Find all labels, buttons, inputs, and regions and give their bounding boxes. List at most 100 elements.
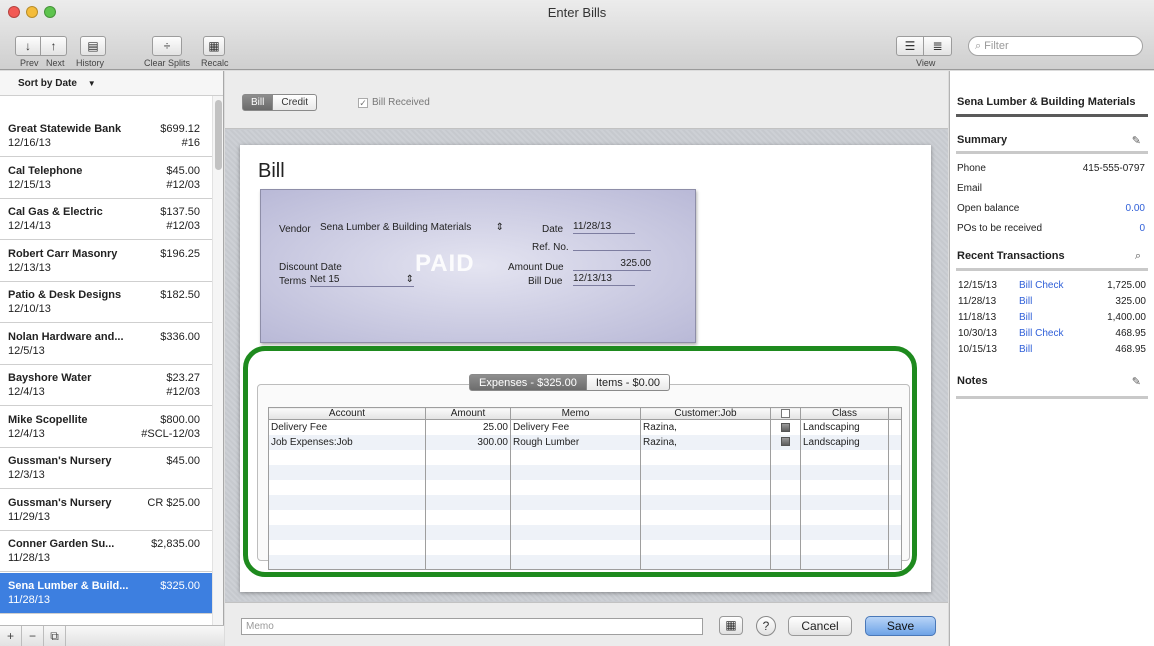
vendor-select[interactable]: Sena Lumber & Building Materials ⇕ bbox=[320, 222, 504, 235]
billable-cell[interactable] bbox=[770, 449, 801, 465]
account-cell[interactable]: Delivery Fee bbox=[268, 419, 426, 435]
customer-job-cell[interactable] bbox=[640, 524, 771, 540]
account-cell[interactable]: Job Expenses:Job bbox=[268, 434, 426, 450]
list-item[interactable]: Robert Carr Masonry 12/13/13 $196.25 bbox=[0, 241, 212, 282]
view-list-button[interactable]: ☰ bbox=[896, 36, 924, 56]
table-row[interactable] bbox=[268, 464, 902, 480]
pos-value[interactable]: 0 bbox=[1139, 223, 1145, 234]
edit-pencil-icon[interactable]: ✎ bbox=[1132, 134, 1141, 147]
amount-due-field[interactable]: 325.00 bbox=[573, 258, 651, 271]
date-field[interactable]: 11/28/13 bbox=[573, 221, 635, 234]
open-balance-value[interactable]: 0.00 bbox=[1126, 203, 1145, 214]
customer-job-cell[interactable]: Razina, bbox=[640, 434, 771, 450]
table-row[interactable] bbox=[268, 509, 902, 525]
column-header-account[interactable]: Account bbox=[268, 407, 426, 420]
customer-job-cell[interactable] bbox=[640, 479, 771, 495]
table-row[interactable]: Job Expenses:Job 300.00 Rough Lumber Razina… bbox=[268, 434, 902, 450]
tab-items[interactable]: Items - $0.00 bbox=[586, 374, 671, 391]
list-item[interactable]: Nolan Hardware and... 12/5/13 $336.00 bbox=[0, 324, 212, 365]
bill-segment[interactable]: Bill bbox=[242, 94, 274, 111]
column-header-customer-job[interactable]: Customer:Job bbox=[640, 407, 771, 420]
customer-job-cell[interactable] bbox=[640, 449, 771, 465]
amount-cell[interactable] bbox=[425, 494, 511, 510]
search-icon[interactable]: ⌕ bbox=[1135, 250, 1141, 263]
customer-job-cell[interactable] bbox=[640, 554, 771, 570]
account-cell[interactable] bbox=[268, 494, 426, 510]
filter-search-field[interactable]: ⌕ Filter bbox=[968, 36, 1143, 56]
billable-cell[interactable] bbox=[770, 464, 801, 480]
tab-expenses[interactable]: Expenses - $325.00 bbox=[469, 374, 587, 391]
history-button[interactable]: ▤ bbox=[80, 36, 106, 56]
memo-cell[interactable] bbox=[510, 494, 641, 510]
list-item[interactable]: Cal Gas & Electric 12/14/13 $137.50 #12/03 bbox=[0, 199, 212, 240]
amount-cell[interactable]: 25.00 bbox=[425, 419, 511, 435]
list-item[interactable]: Bayshore Water 12/4/13 $23.27 #12/03 bbox=[0, 365, 212, 406]
recalc-button[interactable]: ▦ bbox=[203, 36, 225, 56]
table-row[interactable] bbox=[268, 539, 902, 555]
transaction-type-link[interactable]: Bill Check bbox=[1019, 328, 1063, 339]
scrollbar-thumb[interactable] bbox=[215, 100, 222, 170]
help-button[interactable]: ? bbox=[756, 616, 776, 636]
transaction-type-link[interactable]: Bill bbox=[1019, 312, 1032, 323]
amount-cell[interactable]: 300.00 bbox=[425, 434, 511, 450]
edit-pencil-icon[interactable]: ✎ bbox=[1132, 375, 1141, 388]
memo-cell[interactable] bbox=[510, 464, 641, 480]
amount-cell[interactable] bbox=[425, 464, 511, 480]
list-item[interactable]: Conner Garden Su... 11/28/13 $2,835.00 bbox=[0, 531, 212, 572]
customer-job-cell[interactable] bbox=[640, 494, 771, 510]
table-row[interactable] bbox=[268, 479, 902, 495]
next-button[interactable]: ↑ bbox=[41, 36, 67, 56]
memo-cell[interactable] bbox=[510, 524, 641, 540]
amount-cell[interactable] bbox=[425, 509, 511, 525]
account-cell[interactable] bbox=[268, 539, 426, 555]
bill-due-field[interactable]: 12/13/13 bbox=[573, 273, 635, 286]
class-cell[interactable] bbox=[800, 524, 889, 540]
customer-job-cell[interactable]: Razina, bbox=[640, 419, 771, 435]
duplicate-bill-button[interactable]: ⧉ bbox=[44, 626, 66, 646]
memo-cell[interactable]: Rough Lumber bbox=[510, 434, 641, 450]
table-row[interactable] bbox=[268, 524, 902, 540]
calculator-button[interactable]: ▦ bbox=[719, 616, 743, 635]
billable-cell[interactable] bbox=[770, 479, 801, 495]
column-header-amount[interactable]: Amount bbox=[425, 407, 511, 420]
billable-cell[interactable] bbox=[770, 419, 801, 435]
sort-dropdown[interactable]: Sort by Date ▼ bbox=[0, 71, 223, 96]
billable-cell[interactable] bbox=[770, 539, 801, 555]
cancel-button[interactable]: Cancel bbox=[788, 616, 852, 636]
billable-cell[interactable] bbox=[770, 494, 801, 510]
account-cell[interactable] bbox=[268, 554, 426, 570]
amount-cell[interactable] bbox=[425, 524, 511, 540]
list-item[interactable]: Mike Scopellite 12/4/13 $800.00 #SCL-12/03 bbox=[0, 407, 212, 448]
memo-cell[interactable]: Delivery Fee bbox=[510, 419, 641, 435]
class-cell[interactable] bbox=[800, 509, 889, 525]
amount-cell[interactable] bbox=[425, 539, 511, 555]
credit-segment[interactable]: Credit bbox=[273, 94, 318, 111]
account-cell[interactable] bbox=[268, 509, 426, 525]
memo-cell[interactable] bbox=[510, 539, 641, 555]
class-cell[interactable]: Landscaping bbox=[800, 419, 889, 435]
memo-cell[interactable] bbox=[510, 509, 641, 525]
amount-cell[interactable] bbox=[425, 449, 511, 465]
memo-cell[interactable] bbox=[510, 449, 641, 465]
memo-cell[interactable] bbox=[510, 479, 641, 495]
terms-select[interactable]: Net 15 ⇕ bbox=[310, 274, 414, 287]
clear-splits-button[interactable]: ÷ bbox=[152, 36, 182, 56]
list-item[interactable]: Sena Lumber & Build... 11/28/13 $325.00 bbox=[0, 572, 212, 614]
billable-cell[interactable] bbox=[770, 554, 801, 570]
account-cell[interactable] bbox=[268, 464, 426, 480]
view-detail-button[interactable]: ≣ bbox=[924, 36, 952, 56]
ref-no-field[interactable] bbox=[573, 238, 651, 251]
add-bill-button[interactable]: + bbox=[0, 626, 22, 646]
list-item[interactable]: Gussman's Nursery 11/29/13 CR $25.00 bbox=[0, 490, 212, 531]
customer-job-cell[interactable] bbox=[640, 464, 771, 480]
class-cell[interactable] bbox=[800, 449, 889, 465]
class-cell[interactable]: Landscaping bbox=[800, 434, 889, 450]
list-item[interactable]: Gussman's Nursery 12/3/13 $45.00 bbox=[0, 448, 212, 489]
remove-bill-button[interactable]: − bbox=[22, 626, 44, 646]
table-row[interactable] bbox=[268, 554, 902, 570]
column-header-billable[interactable] bbox=[770, 407, 801, 420]
prev-button[interactable]: ↓ bbox=[15, 36, 41, 56]
class-cell[interactable] bbox=[800, 539, 889, 555]
customer-job-cell[interactable] bbox=[640, 509, 771, 525]
class-cell[interactable] bbox=[800, 479, 889, 495]
